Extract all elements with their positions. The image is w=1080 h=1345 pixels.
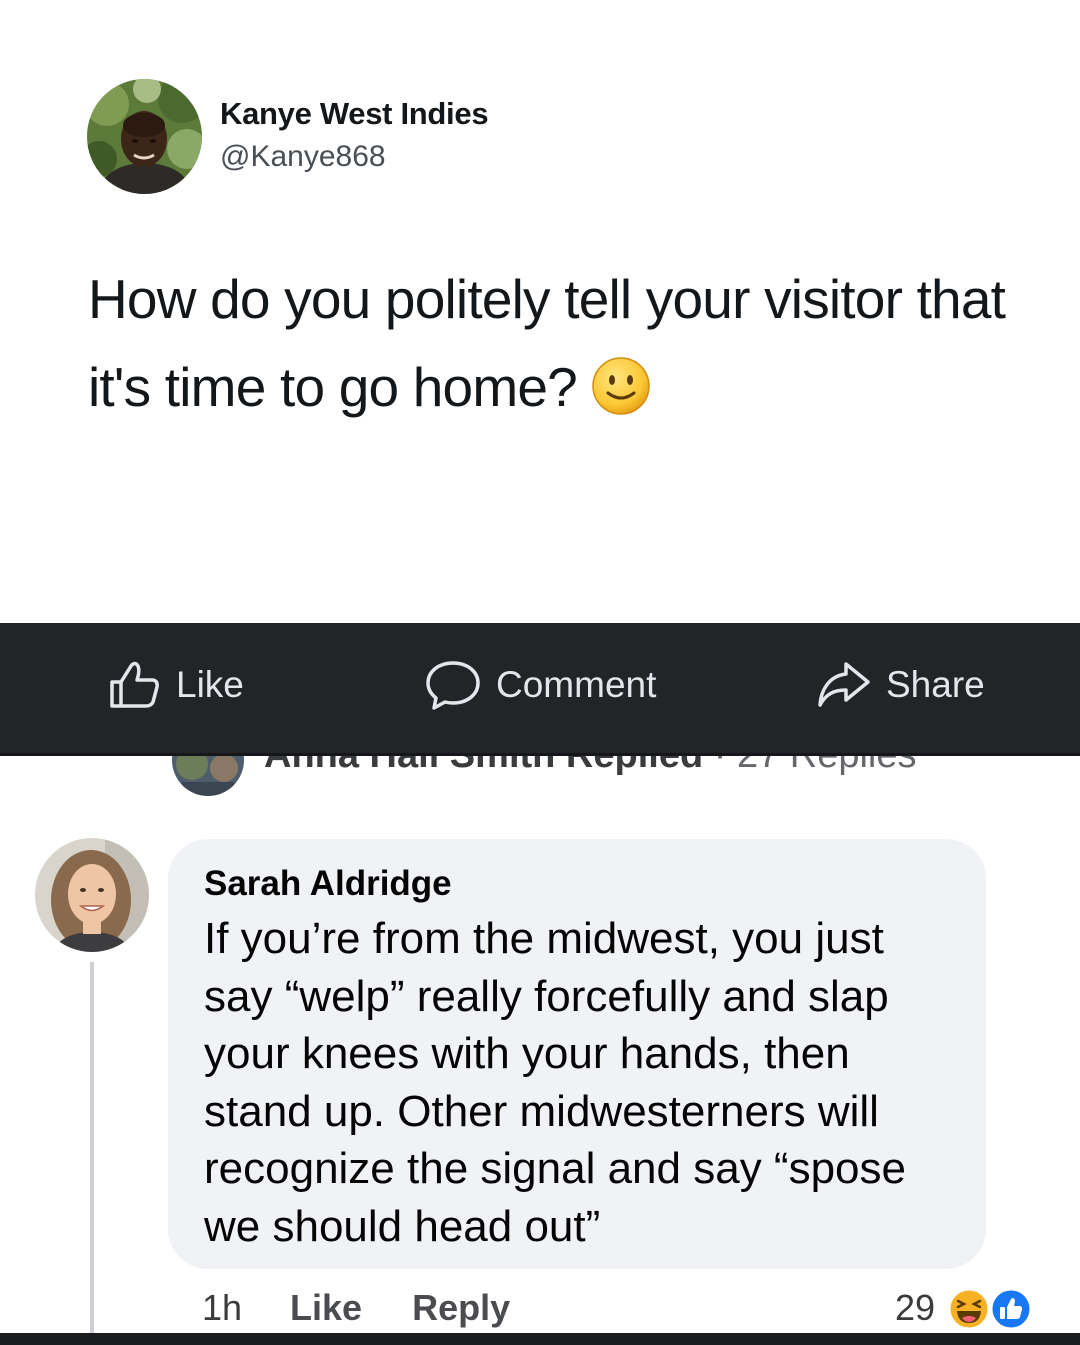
comment-bubble-icon — [424, 658, 482, 712]
meme-screenshot: Kanye West Indies @Kanye868 How do you p… — [0, 0, 1080, 1345]
replied-row[interactable]: Anna Hall Smith Replied · 27 Replies — [0, 756, 1080, 806]
comment-bubble: Sarah Aldridge If you’re from the midwes… — [168, 839, 986, 1269]
post-action-bar: Like Comment Share — [0, 623, 1080, 756]
thumbs-up-icon — [108, 660, 162, 710]
commenter-avatar[interactable] — [35, 838, 149, 952]
comment-reply-button[interactable]: Reply — [412, 1287, 510, 1329]
comment-reactions[interactable]: 29 — [895, 1285, 1037, 1331]
like-label: Like — [176, 664, 244, 705]
replied-name: Anna Hall Smith Replied — [264, 756, 703, 776]
comment-like-button[interactable]: Like — [290, 1287, 362, 1329]
like-button[interactable]: Like — [108, 623, 244, 747]
haha-reaction-icon — [947, 1287, 991, 1336]
tweet-card: Kanye West Indies @Kanye868 How do you p… — [0, 0, 1080, 623]
share-arrow-icon — [816, 660, 872, 710]
comment-meta: 1h Like Reply — [202, 1285, 510, 1331]
tweet-avatar[interactable] — [87, 79, 202, 194]
share-label: Share — [886, 664, 985, 705]
tweet-body: How do you politely tell your visitor th… — [88, 268, 1006, 418]
tweet-handle[interactable]: @Kanye868 — [220, 140, 386, 174]
replied-separator: · — [714, 756, 727, 776]
tweet-text: How do you politely tell your visitor th… — [88, 255, 1028, 431]
tweet-display-name[interactable]: Kanye West Indies — [220, 96, 489, 132]
replied-avatar — [172, 756, 244, 796]
reaction-icons — [947, 1285, 1037, 1331]
comment-button[interactable]: Comment — [424, 623, 656, 747]
thread-line — [90, 962, 94, 1337]
slightly-smiling-face-icon — [591, 353, 651, 415]
replies-count: 27 Replies — [737, 756, 917, 776]
comment-text: If you’re from the midwest, you just say… — [204, 914, 906, 1251]
replied-summary: Anna Hall Smith Replied · 27 Replies — [264, 756, 917, 777]
bottom-edge-bar — [0, 1333, 1080, 1345]
reaction-count: 29 — [895, 1287, 936, 1328]
share-button[interactable]: Share — [816, 623, 985, 747]
comment-timestamp[interactable]: 1h — [202, 1287, 242, 1329]
commenter-name[interactable]: Sarah Aldridge — [204, 864, 452, 904]
comment-label: Comment — [496, 664, 657, 705]
like-reaction-icon — [989, 1287, 1033, 1336]
